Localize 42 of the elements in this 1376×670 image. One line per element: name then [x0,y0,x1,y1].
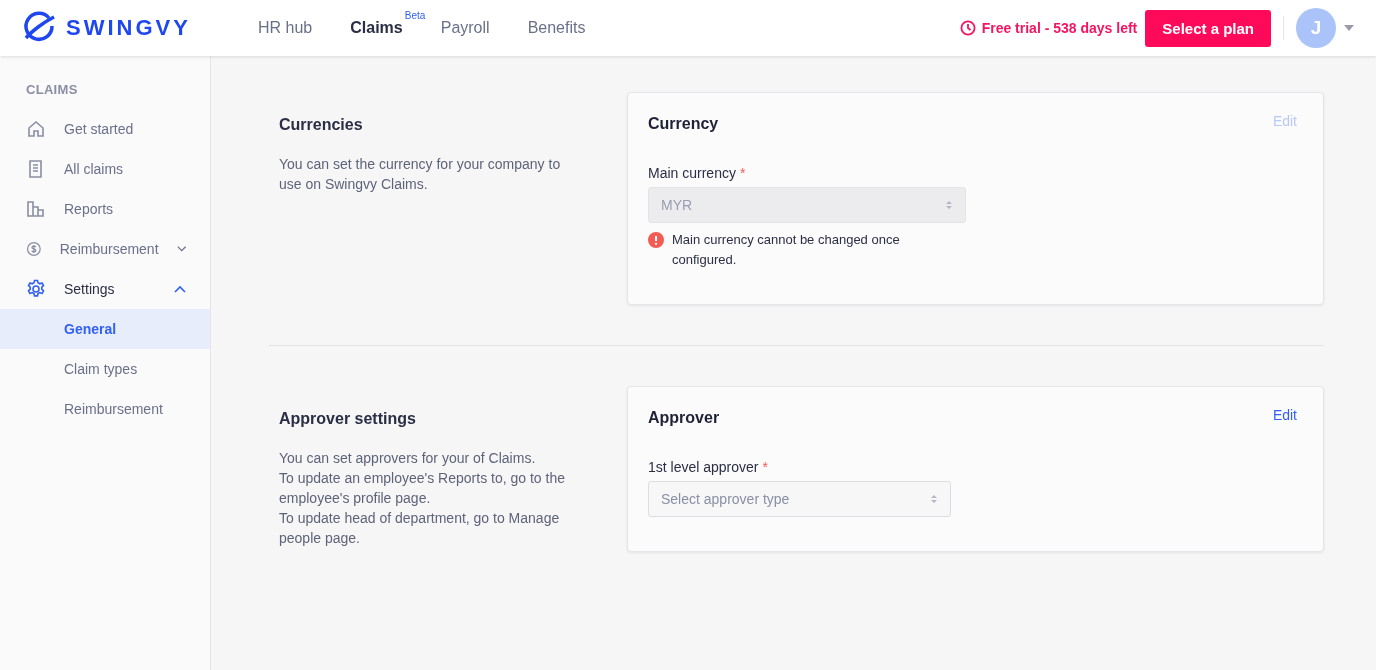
sidebar-item[interactable]: Reports [0,189,210,229]
section-title: Approver settings [279,410,417,428]
caret-icon[interactable] [1344,25,1354,31]
nav-tab[interactable]: HR hub [258,19,313,37]
gear-icon [26,279,46,299]
sidebar-subitem[interactable]: Reimbursement [0,389,210,429]
edit-link[interactable]: Edit [1272,407,1297,423]
nav-tab[interactable]: Benefits [527,19,586,37]
section-description: To update head of department, go to Manage people page. [279,509,561,548]
nav-tab[interactable]: Payroll [440,19,490,37]
sidebar-item[interactable]: All claims [0,149,210,189]
bar-chart-icon [26,199,46,219]
section-description: To update an employee's Reports to, go to the employee's profile page. [279,469,566,508]
sidebar-subitem[interactable]: Claim types [0,349,210,389]
field-label: 1st level approver [648,459,759,475]
sort-arrows-icon [945,200,953,210]
field-label: Main currency [648,165,736,181]
section-description: You can set the currency for your company to use on Swingvy Claims. [279,155,562,194]
sidebar-item[interactable]: Get started [0,109,210,149]
home-icon [26,119,46,139]
sidebar-subitem[interactable]: General [0,309,210,349]
section-description: You can set approvers for your of Claims. [279,449,537,468]
trial-text: Free trial - 538 days left [981,20,1138,36]
clock-icon [959,20,976,36]
card-title: Currency [648,115,719,133]
select-plan-button[interactable]: Select a plan [1145,9,1271,47]
sidebar-item[interactable]: Settings [0,269,210,309]
chevron-icon[interactable] [174,285,186,293]
approver-select[interactable]: Select approver type [648,481,951,517]
chevron-icon[interactable] [176,245,186,253]
required-mark: * [762,459,768,475]
dollar-circle-icon [26,239,42,259]
sidebar-heading: CLAIMS [25,82,79,99]
required-mark: * [739,165,746,181]
sidebar-item[interactable]: Reimbursement [0,229,210,269]
beta-label: Beta [404,10,426,21]
card-title: Approver [648,409,720,427]
sort-arrows-icon [930,494,938,504]
section-title: Currencies [279,116,364,134]
error-message: Main currency cannot be changed once configured. [672,231,901,269]
error-icon [648,232,664,248]
logo-text: SWINGVY [66,15,191,41]
